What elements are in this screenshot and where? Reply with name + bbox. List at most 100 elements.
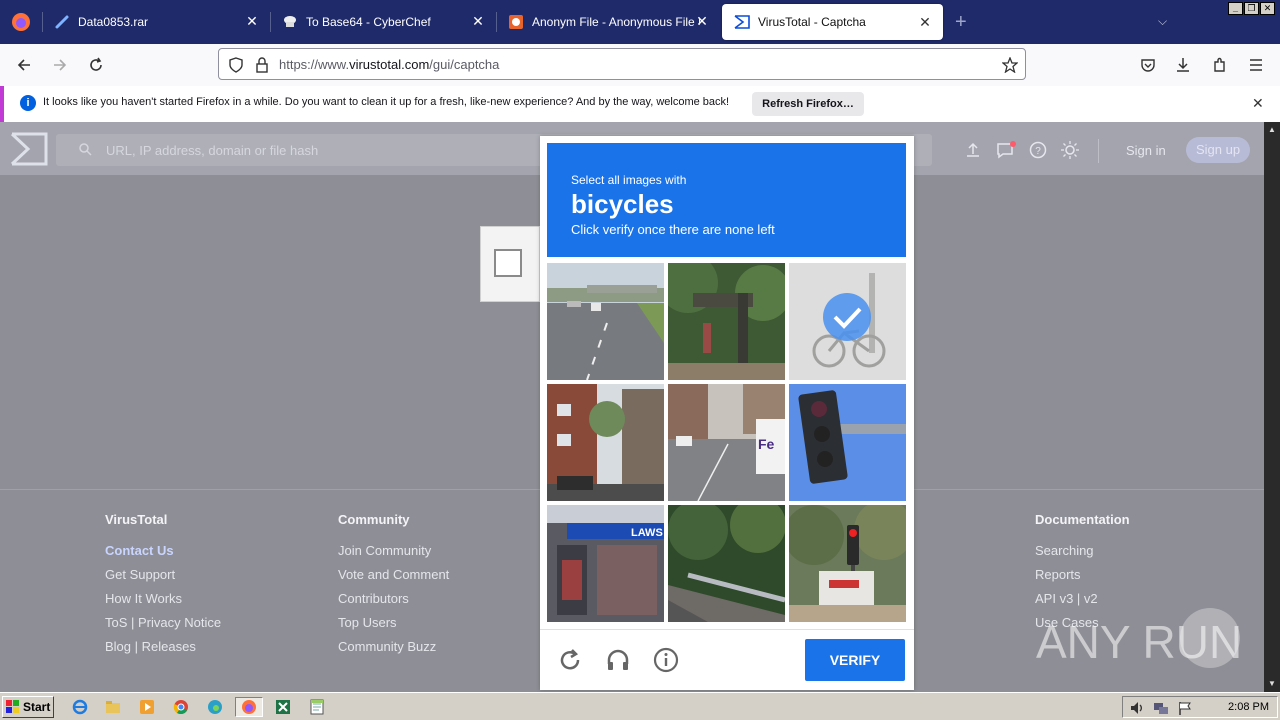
file-explorer-icon[interactable]	[103, 697, 123, 717]
footer-link[interactable]: Top Users	[338, 616, 449, 640]
sign-in-link[interactable]: Sign in	[1126, 143, 1166, 158]
firefox-taskbar-icon[interactable]	[235, 697, 263, 717]
footer-link[interactable]: Reports	[1035, 568, 1130, 592]
footer-link[interactable]: Community Buzz	[338, 640, 449, 664]
upload-icon[interactable]	[963, 140, 983, 160]
reload-icon[interactable]	[83, 53, 109, 77]
recaptcha-checkbox[interactable]	[494, 249, 522, 277]
captcha-tile-overpass[interactable]	[668, 263, 785, 380]
tab-anonym-file[interactable]: Anonym File - Anonymous File Uplo ✕	[496, 0, 720, 44]
info-icon: i	[20, 95, 36, 111]
captcha-instruction: Select all images with	[571, 173, 687, 187]
tab-cyberchef[interactable]: To Base64 - CyberChef ✕	[270, 0, 496, 44]
close-tab-icon[interactable]: ✕	[470, 13, 486, 29]
url-text[interactable]: https://www.virustotal.com/gui/captcha	[279, 57, 499, 72]
footer-link[interactable]: Contributors	[338, 592, 449, 616]
internet-explorer-icon[interactable]	[70, 697, 90, 717]
close-tab-icon[interactable]: ✕	[917, 14, 933, 30]
restore-window-button[interactable]: ❐	[1244, 2, 1259, 15]
verify-button[interactable]: VERIFY	[805, 639, 905, 681]
edge-icon[interactable]	[205, 697, 225, 717]
tab-label: To Base64 - CyberChef	[306, 15, 431, 29]
star-bookmark-icon[interactable]	[1001, 56, 1019, 74]
help-icon[interactable]: ?	[1028, 140, 1048, 160]
tab-label: VirusTotal - Captcha	[758, 15, 866, 29]
virustotal-logo-icon[interactable]	[10, 132, 48, 168]
minimize-window-button[interactable]: _	[1228, 2, 1243, 15]
footer-heading: Documentation	[1035, 512, 1130, 527]
close-tab-icon[interactable]: ✕	[244, 13, 260, 29]
info-icon[interactable]	[652, 646, 680, 674]
media-player-icon[interactable]	[137, 697, 157, 717]
pocket-icon[interactable]	[1135, 53, 1161, 77]
tab-label: Data0853.rar	[78, 15, 149, 29]
captcha-tile-street-van[interactable]: Fe	[668, 384, 785, 501]
sign-up-button[interactable]: Sign up	[1186, 137, 1250, 163]
network-icon[interactable]	[1153, 700, 1169, 719]
footer-link[interactable]: How It Works	[105, 592, 221, 616]
chat-icon[interactable]	[996, 140, 1016, 160]
url-prefix: https://www.	[279, 57, 350, 72]
close-window-button[interactable]: ✕	[1260, 2, 1275, 15]
footer-link[interactable]: Blog | Releases	[105, 640, 221, 664]
captcha-target: bicycles	[571, 189, 674, 219]
headphones-audio-icon[interactable]	[604, 646, 632, 674]
windows-taskbar: Start 2:08 PM	[0, 692, 1280, 720]
theme-sun-icon[interactable]	[1060, 140, 1080, 160]
url-bar[interactable]: https://www.virustotal.com/gui/captcha	[218, 48, 1026, 80]
new-tab-icon[interactable]: +	[955, 12, 967, 32]
captcha-tile-building[interactable]	[547, 384, 664, 501]
reload-icon[interactable]	[556, 646, 584, 674]
footer-column-virustotal: VirusTotal Contact Us Get Support How It…	[105, 512, 221, 664]
captcha-header: Select all images with bicycles Click ve…	[547, 143, 906, 257]
shield-icon[interactable]	[227, 56, 245, 74]
start-button[interactable]: Start	[2, 696, 54, 718]
captcha-tile-traffic-light-sign[interactable]	[789, 505, 906, 622]
chrome-icon[interactable]	[171, 697, 191, 717]
lock-icon[interactable]	[253, 56, 271, 74]
captcha-tile-storefront[interactable]: LAWS	[547, 505, 664, 622]
url-domain: virustotal.com	[349, 57, 430, 72]
flag-icon[interactable]	[1177, 700, 1193, 719]
virustotal-icon	[734, 14, 750, 30]
tab-label: Anonym File - Anonymous File Uplo	[532, 15, 700, 29]
scroll-up-arrow-icon[interactable]: ▲	[1264, 122, 1280, 138]
svg-text:Fe: Fe	[758, 436, 775, 452]
tab-virustotal[interactable]: VirusTotal - Captcha ✕	[722, 4, 943, 40]
tab-data0853[interactable]: Data0853.rar ✕	[42, 0, 270, 44]
captcha-tile-bicycle-selected[interactable]	[789, 263, 906, 380]
excel-icon[interactable]	[273, 697, 293, 717]
close-icon[interactable]: ✕	[1252, 95, 1264, 112]
extensions-icon[interactable]	[1207, 53, 1233, 77]
footer-link[interactable]: Get Support	[105, 568, 221, 592]
footer-link[interactable]: Join Community	[338, 544, 449, 568]
close-tab-icon[interactable]: ✕	[694, 13, 710, 29]
taskbar-clock[interactable]: 2:08 PM	[1228, 701, 1269, 713]
download-icon[interactable]	[1170, 53, 1196, 77]
footer-link[interactable]: Contact Us	[105, 544, 221, 568]
refresh-firefox-button[interactable]: Refresh Firefox…	[752, 92, 864, 116]
footer-link[interactable]: Vote and Comment	[338, 568, 449, 592]
notepad-icon[interactable]	[307, 697, 327, 717]
footer-link[interactable]: Searching	[1035, 544, 1130, 568]
back-arrow-icon[interactable]	[11, 53, 37, 77]
scroll-down-arrow-icon[interactable]: ▼	[1264, 676, 1280, 692]
chevron-down-icon[interactable]: ⌵	[1158, 14, 1167, 29]
footer-link[interactable]: ToS | Privacy Notice	[105, 616, 221, 640]
search-input[interactable]: URL, IP address, domain or file hash	[106, 143, 318, 158]
captcha-tile-highway[interactable]	[547, 263, 664, 380]
system-tray: 2:08 PM	[1122, 696, 1278, 718]
volume-icon[interactable]	[1129, 700, 1145, 719]
hamburger-menu-icon[interactable]	[1243, 53, 1269, 77]
captcha-tile-traffic-light[interactable]	[789, 384, 906, 501]
page-scrollbar[interactable]: ▲ ▼	[1264, 122, 1280, 692]
firefox-menu-icon[interactable]	[0, 0, 42, 44]
captcha-footer-divider	[540, 629, 914, 630]
captcha-tile-guardrail[interactable]	[668, 505, 785, 622]
svg-text:?: ?	[1035, 146, 1041, 157]
upload-site-icon	[508, 14, 524, 30]
start-label: Start	[23, 700, 51, 714]
forward-arrow-icon[interactable]	[47, 53, 73, 77]
windows-logo-icon	[6, 700, 19, 713]
link-icon	[54, 14, 70, 30]
